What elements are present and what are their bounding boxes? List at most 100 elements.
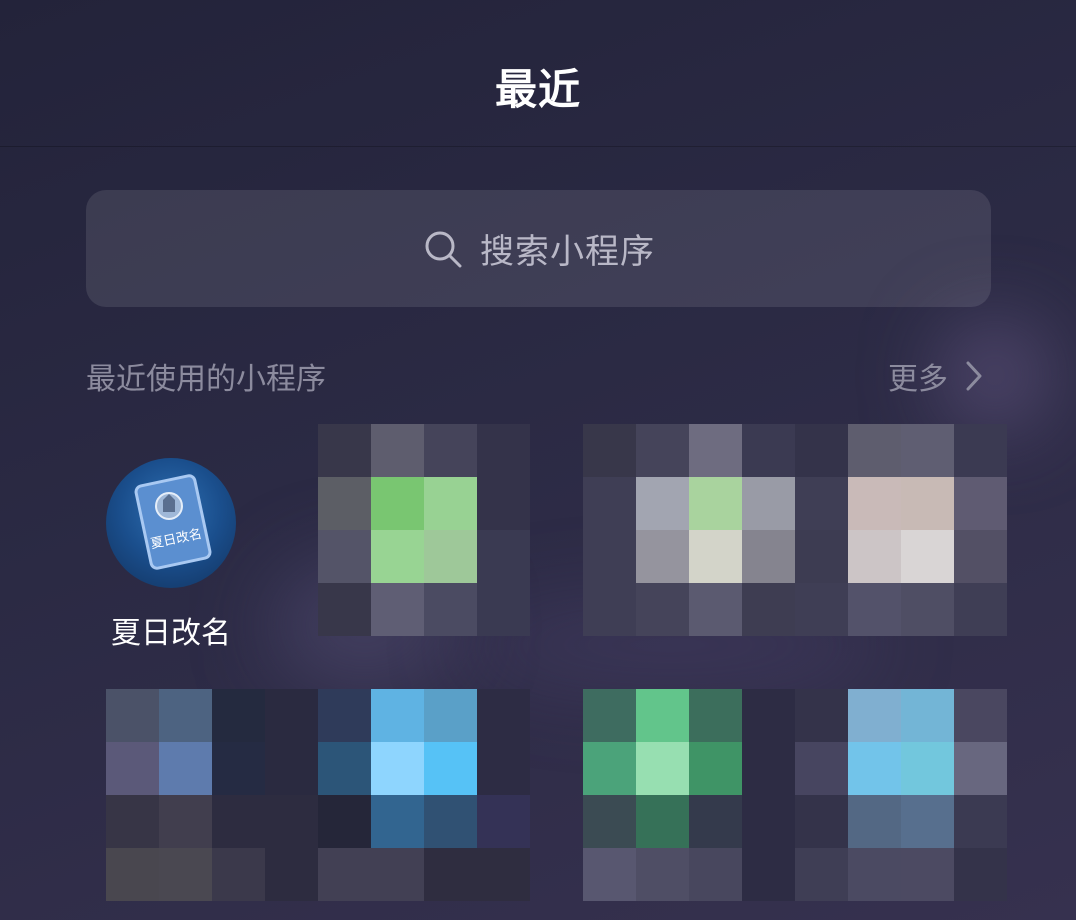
mosaic-cell xyxy=(689,530,742,583)
mosaic-cell xyxy=(636,689,689,742)
pixelated-app-item[interactable] xyxy=(583,689,795,901)
mini-program-icon: 夏日改名 xyxy=(106,458,236,588)
mosaic-cell xyxy=(689,848,742,901)
mosaic-cell xyxy=(901,530,954,583)
mosaic-cell xyxy=(212,848,265,901)
mosaic-cell xyxy=(477,424,530,477)
mosaic-cell xyxy=(636,530,689,583)
app-label: 夏日改名 xyxy=(111,616,231,651)
mosaic-cell xyxy=(477,848,530,901)
mosaic-cell xyxy=(742,848,795,901)
recent-section-title: 最近使用的小程序 xyxy=(86,362,326,397)
mosaic-cell xyxy=(795,424,848,477)
mosaic-cell xyxy=(742,742,795,795)
mosaic-cell xyxy=(848,689,901,742)
mosaic-cell xyxy=(689,477,742,530)
mosaic-cell xyxy=(477,742,530,795)
mosaic-cell xyxy=(477,530,530,583)
mosaic-cell xyxy=(848,848,901,901)
mosaic-cell xyxy=(159,742,212,795)
mosaic-cell xyxy=(954,795,1007,848)
app-item-summer-rename[interactable]: 夏日改名 夏日改名 xyxy=(100,458,242,652)
mosaic-cell xyxy=(954,477,1007,530)
mosaic-cell xyxy=(901,848,954,901)
search-placeholder: 搜索小程序 xyxy=(480,232,655,272)
mosaic-cell xyxy=(742,477,795,530)
mosaic-cell xyxy=(742,689,795,742)
mosaic-cell xyxy=(106,848,159,901)
mosaic-cell xyxy=(424,583,477,636)
mosaic-cell xyxy=(689,689,742,742)
mosaic-cell xyxy=(265,848,318,901)
mosaic-cell xyxy=(954,424,1007,477)
mosaic-cell xyxy=(583,848,636,901)
mosaic-cell xyxy=(371,742,424,795)
mosaic-cell xyxy=(583,477,636,530)
mosaic-cell xyxy=(742,530,795,583)
pixelated-app-item[interactable] xyxy=(318,689,530,901)
mosaic-cell xyxy=(901,583,954,636)
mosaic-cell xyxy=(901,689,954,742)
pixelated-app-item[interactable] xyxy=(583,424,795,636)
mosaic-cell xyxy=(424,424,477,477)
mosaic-cell xyxy=(742,583,795,636)
mosaic-cell xyxy=(795,689,848,742)
mosaic-cell xyxy=(424,477,477,530)
mosaic-cell xyxy=(583,583,636,636)
mosaic-cell xyxy=(424,795,477,848)
mosaic-cell xyxy=(848,583,901,636)
mosaic-cell xyxy=(954,583,1007,636)
mosaic-cell xyxy=(265,742,318,795)
mosaic-cell xyxy=(424,742,477,795)
mosaic-cell xyxy=(848,795,901,848)
chevron-right-icon xyxy=(966,361,982,391)
mosaic-cell xyxy=(954,848,1007,901)
mosaic-cell xyxy=(583,424,636,477)
mosaic-cell xyxy=(795,742,848,795)
mosaic-cell xyxy=(265,689,318,742)
mosaic-cell xyxy=(318,689,371,742)
mosaic-cell xyxy=(848,477,901,530)
pixelated-app-item[interactable] xyxy=(318,424,530,636)
mosaic-cell xyxy=(689,795,742,848)
mosaic-cell xyxy=(689,583,742,636)
mosaic-cell xyxy=(106,795,159,848)
mosaic-cell xyxy=(106,742,159,795)
mosaic-cell xyxy=(318,477,371,530)
mosaic-cell xyxy=(795,848,848,901)
pixelated-app-item[interactable] xyxy=(795,424,1007,636)
mosaic-cell xyxy=(636,424,689,477)
mosaic-cell xyxy=(848,530,901,583)
mosaic-cell xyxy=(901,795,954,848)
mosaic-cell xyxy=(848,424,901,477)
mosaic-cell xyxy=(371,848,424,901)
mosaic-cell xyxy=(954,689,1007,742)
pixelated-app-item[interactable] xyxy=(795,689,1007,901)
search-bar[interactable]: 搜索小程序 xyxy=(86,190,991,307)
mosaic-cell xyxy=(636,477,689,530)
mosaic-cell xyxy=(795,477,848,530)
mosaic-cell xyxy=(742,795,795,848)
mosaic-cell xyxy=(159,689,212,742)
mosaic-cell xyxy=(212,795,265,848)
header-bar: 最近 xyxy=(0,0,1076,147)
mosaic-cell xyxy=(371,583,424,636)
mosaic-cell xyxy=(424,530,477,583)
mosaic-cell xyxy=(265,795,318,848)
mosaic-cell xyxy=(212,689,265,742)
mosaic-cell xyxy=(901,742,954,795)
mosaic-cell xyxy=(477,583,530,636)
mosaic-cell xyxy=(106,689,159,742)
mosaic-cell xyxy=(583,742,636,795)
mosaic-cell xyxy=(636,795,689,848)
page-title: 最近 xyxy=(494,65,581,114)
mosaic-cell xyxy=(318,424,371,477)
mosaic-cell xyxy=(901,424,954,477)
mosaic-cell xyxy=(424,689,477,742)
mosaic-cell xyxy=(318,795,371,848)
mosaic-cell xyxy=(212,742,265,795)
pixelated-app-item[interactable] xyxy=(106,689,318,901)
mosaic-cell xyxy=(848,742,901,795)
more-link[interactable]: 更多 xyxy=(888,354,986,398)
mosaic-cell xyxy=(954,742,1007,795)
